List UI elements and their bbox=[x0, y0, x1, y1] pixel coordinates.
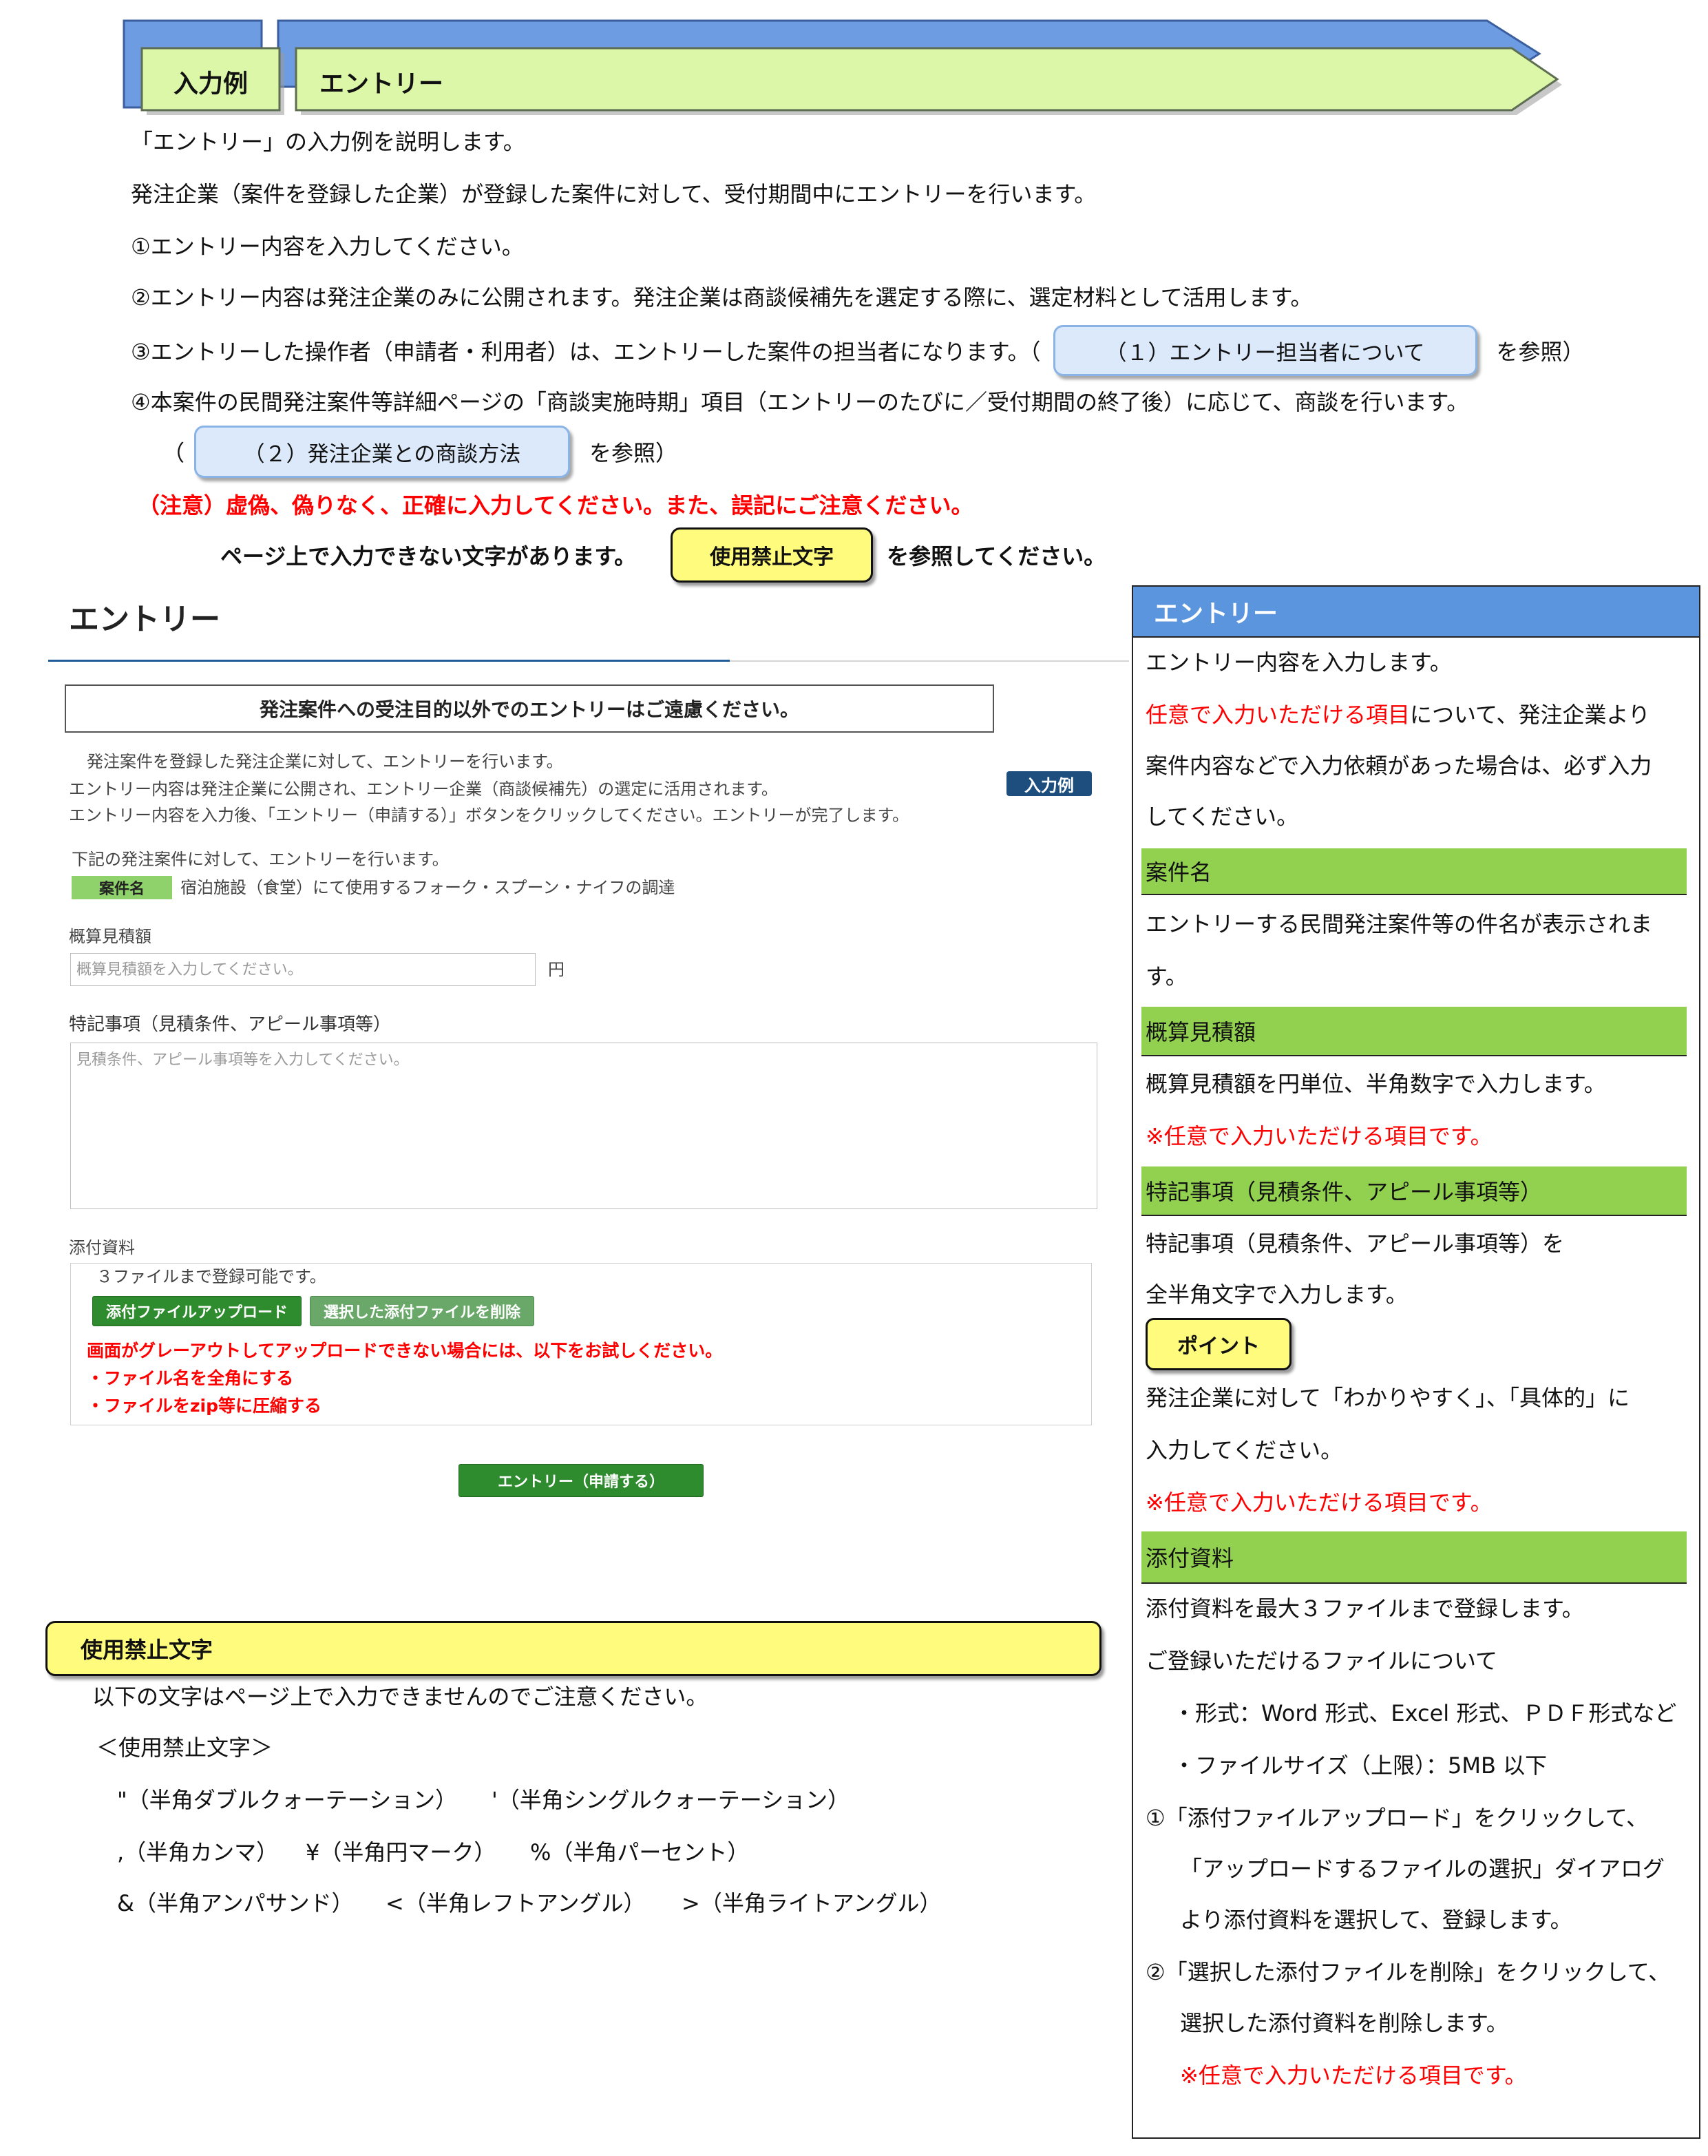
guide-point-line-2: 入力してください。 bbox=[1146, 1437, 1343, 1463]
guide-intro-2: 任意で入力いただける項目について、発注企業より bbox=[1146, 698, 1650, 732]
guide-panel-title: エントリー bbox=[1154, 600, 1278, 628]
intro-step-4-ref-prefix: （ bbox=[162, 440, 185, 466]
banner-arrow bbox=[295, 47, 1559, 112]
attachment-label: 添付資料 bbox=[69, 1238, 135, 1257]
guide-attach-step-2: ②「選択した添付ファイルを削除」をクリックして、 bbox=[1146, 1959, 1671, 1985]
manual-page: 入力例 エントリー 「エントリー」の入力例を説明します。 発注企業（案件を登録し… bbox=[0, 0, 1708, 2156]
notice-forbidden-suffix: を参照してください。 bbox=[887, 543, 1106, 569]
form-desc-1: 発注案件を登録した発注企業に対して、エントリーを行います。 bbox=[87, 752, 563, 771]
notice-forbidden: ページ上で入力できない文字があります。 使用禁止文字 を参照してください。 bbox=[220, 527, 1106, 583]
guide-intro-2-rest: について、発注企業より bbox=[1410, 702, 1650, 728]
forbidden-chars-heading: 使用禁止文字 bbox=[45, 1621, 1101, 1676]
guide-attach-format: ・形式：Word 形式、Excel 形式、ＰＤＦ形式など bbox=[1173, 1700, 1677, 1726]
intro-step-4-ref: （ （２）発注企業との商談方法 を参照） bbox=[162, 426, 677, 478]
delete-attachment-button[interactable]: 選択した添付ファイルを削除 bbox=[310, 1296, 534, 1326]
upload-tip-2: ・ファイルをzip等に圧縮する bbox=[87, 1396, 322, 1416]
attachment-limit: ３ファイルまで登録可能です。 bbox=[96, 1267, 326, 1286]
guide-point-badge: ポイント bbox=[1146, 1318, 1291, 1370]
forbidden-char-item: '（半角シングルクォーテーション） bbox=[492, 1787, 850, 1813]
forbidden-char-item: ,（半角カンマ） bbox=[117, 1839, 279, 1865]
upload-trouble-warning: 画面がグレーアウトしてアップロードできない場合には、以下をお試しください。 bbox=[87, 1341, 723, 1361]
guide-notes-line-2: 全半角文字で入力します。 bbox=[1146, 1281, 1408, 1308]
guide-attach-step-1-cont: 「アップロードするファイルの選択」ダイアログ bbox=[1180, 1856, 1665, 1882]
intro-step-3-suffix: を参照） bbox=[1496, 339, 1585, 365]
form-page-title: エントリー bbox=[69, 602, 220, 637]
intro-step-3: ③エントリーした操作者（申請者・利用者）は、エントリーした案件の担当者になります… bbox=[131, 325, 1585, 376]
guide-estimate-optional-note: ※任意で入力いただける項目です。 bbox=[1146, 1123, 1493, 1149]
form-title-underline bbox=[48, 660, 730, 662]
notice-forbidden-text: ページ上で入力できない文字があります。 bbox=[220, 543, 637, 569]
intro-step-3-text: ③エントリーした操作者（申請者・利用者）は、エントリーした案件の担当者になります… bbox=[131, 339, 1041, 365]
form-desc-3: エントリー内容を入力後、「エントリー（申請する）」ボタンをクリックしてください。… bbox=[69, 806, 909, 825]
target-case-intro: 下記の発注案件に対して、エントリーを行います。 bbox=[72, 850, 449, 869]
guide-attach-step-1: ①「添付ファイルアップロード」をクリックして、 bbox=[1146, 1805, 1649, 1831]
forbidden-char-item: >（半角ライトアングル） bbox=[682, 1890, 942, 1916]
case-name-value: 宿泊施設（食堂）にて使用するフォーク・スプーン・ナイフの調達 bbox=[180, 878, 675, 897]
forbidden-char-item: ¥（半角円マーク） bbox=[306, 1839, 496, 1865]
guide-attach-step-2-cont: 選択した添付資料を削除します。 bbox=[1180, 2010, 1508, 2036]
guide-attach-optional-note: ※任意で入力いただける項目です。 bbox=[1180, 2062, 1527, 2089]
guide-attach-line: 添付資料を最大３ファイルまで登録します。 bbox=[1146, 1595, 1584, 1622]
input-example-badge[interactable]: 入力例 bbox=[1006, 771, 1092, 796]
guide-notes-optional-note: ※任意で入力いただける項目です。 bbox=[1146, 1489, 1493, 1516]
guide-section-estimate-title: 概算見積額 bbox=[1146, 1019, 1256, 1045]
forbidden-char-item: "（半角ダブルクォーテーション） bbox=[117, 1787, 458, 1813]
banner-tab-label: 入力例 bbox=[173, 70, 248, 98]
forbidden-char-item: %（半角パーセント） bbox=[530, 1839, 750, 1865]
estimate-input[interactable] bbox=[70, 953, 536, 986]
estimate-label: 概算見積額 bbox=[69, 927, 151, 946]
intro-step-1: ①エントリー内容を入力してください。 bbox=[131, 233, 524, 260]
guide-intro-3: 案件内容などで入力依頼があった場合は、必ず入力 bbox=[1146, 753, 1652, 779]
case-name-label: 案件名 bbox=[72, 876, 172, 899]
forbidden-char-item: &（半角アンパサンド） bbox=[117, 1890, 354, 1916]
purpose-warning-box: 発注案件への受注目的以外でのエントリーはご遠慮ください。 bbox=[65, 684, 994, 733]
guide-attach-line: ご登録いただけるファイルについて bbox=[1146, 1648, 1498, 1674]
form-desc-2: エントリー内容は発注企業に公開され、エントリー企業（商談候補先）の選定に活用され… bbox=[69, 779, 778, 799]
banner-title: エントリー bbox=[319, 70, 443, 98]
upload-attachment-button[interactable]: 添付ファイルアップロード bbox=[92, 1296, 302, 1326]
guide-attach-step-1-cont: より添付資料を選択して、登録します。 bbox=[1180, 1907, 1572, 1933]
guide-notes-line-1: 特記事項（見積条件、アピール事項等）を bbox=[1146, 1231, 1565, 1257]
intro-step-4-ref-suffix: を参照） bbox=[589, 440, 678, 466]
guide-intro-4: してください。 bbox=[1146, 804, 1299, 830]
header-banner: 入力例 エントリー bbox=[123, 19, 1562, 115]
negotiation-method-link-button[interactable]: （２）発注企業との商談方法 bbox=[194, 426, 571, 478]
notes-label: 特記事項（見積条件、アピール事項等） bbox=[69, 1014, 392, 1035]
guide-section-case: 案件名 bbox=[1141, 848, 1687, 895]
guide-panel-header: エントリー bbox=[1132, 585, 1700, 638]
intro-step-2: ②エントリー内容は発注企業のみに公開されます。発注企業は商談候補先を選定する際に… bbox=[131, 284, 1313, 311]
forbidden-char-item: <（半角レフトアングル） bbox=[386, 1890, 646, 1916]
form-title-divider bbox=[730, 660, 1129, 662]
guide-section-notes-title: 特記事項（見積条件、アピール事項等） bbox=[1146, 1179, 1543, 1205]
guide-attach-size: ・ファイルサイズ（上限）：5MB 以下 bbox=[1173, 1752, 1548, 1779]
guide-intro-1: エントリー内容を入力します。 bbox=[1146, 649, 1452, 676]
intro-step-4: ④本案件の民間発注案件等詳細ページの「商談実施時期」項目（エントリーのたびに／受… bbox=[131, 389, 1469, 415]
guide-optional-highlight: 任意で入力いただける項目 bbox=[1146, 702, 1411, 728]
guide-section-notes: 特記事項（見積条件、アピール事項等） bbox=[1141, 1166, 1687, 1216]
notice-accuracy: （注意）虚偽、偽りなく、正確に入力してください。また、誤記にご注意ください。 bbox=[138, 492, 973, 519]
guide-section-attachments-title: 添付資料 bbox=[1146, 1545, 1234, 1571]
intro-line-1: 「エントリー」の入力例を説明します。 bbox=[131, 129, 525, 155]
submit-entry-button[interactable]: エントリー（申請する） bbox=[458, 1464, 704, 1497]
guide-section-attachments: 添付資料 bbox=[1141, 1531, 1687, 1584]
guide-estimate-line-1: 概算見積額を円単位、半角数字で入力します。 bbox=[1146, 1071, 1606, 1097]
entry-person-link-button[interactable]: （１）エントリー担当者について bbox=[1053, 325, 1477, 376]
guide-point-line-1: 発注企業に対して「わかりやすく」、「具体的」に bbox=[1146, 1385, 1630, 1411]
forbidden-chars-link-button[interactable]: 使用禁止文字 bbox=[671, 527, 874, 583]
estimate-unit: 円 bbox=[548, 960, 565, 979]
guide-case-line-2: す。 bbox=[1146, 963, 1188, 990]
notes-textarea[interactable] bbox=[70, 1043, 1097, 1209]
guide-section-case-title: 案件名 bbox=[1146, 859, 1212, 886]
guide-section-estimate: 概算見積額 bbox=[1141, 1007, 1687, 1056]
forbidden-chars-description: 以下の文字はページ上で入力できませんのでご注意ください。 bbox=[92, 1684, 708, 1710]
forbidden-chars-title: 使用禁止文字 bbox=[81, 1637, 213, 1663]
purpose-warning-text: 発注案件への受注目的以外でのエントリーはご遠慮ください。 bbox=[259, 698, 799, 721]
forbidden-chars-list-heading: ＜使用禁止文字＞ bbox=[96, 1735, 273, 1761]
guide-case-line-1: エントリーする民間発注案件等の件名が表示されま bbox=[1146, 911, 1653, 937]
upload-tip-1: ・ファイル名を全角にする bbox=[87, 1368, 294, 1388]
intro-line-2: 発注企業（案件を登録した企業）が登録した案件に対して、受付期間中にエントリーを行… bbox=[131, 181, 1097, 207]
